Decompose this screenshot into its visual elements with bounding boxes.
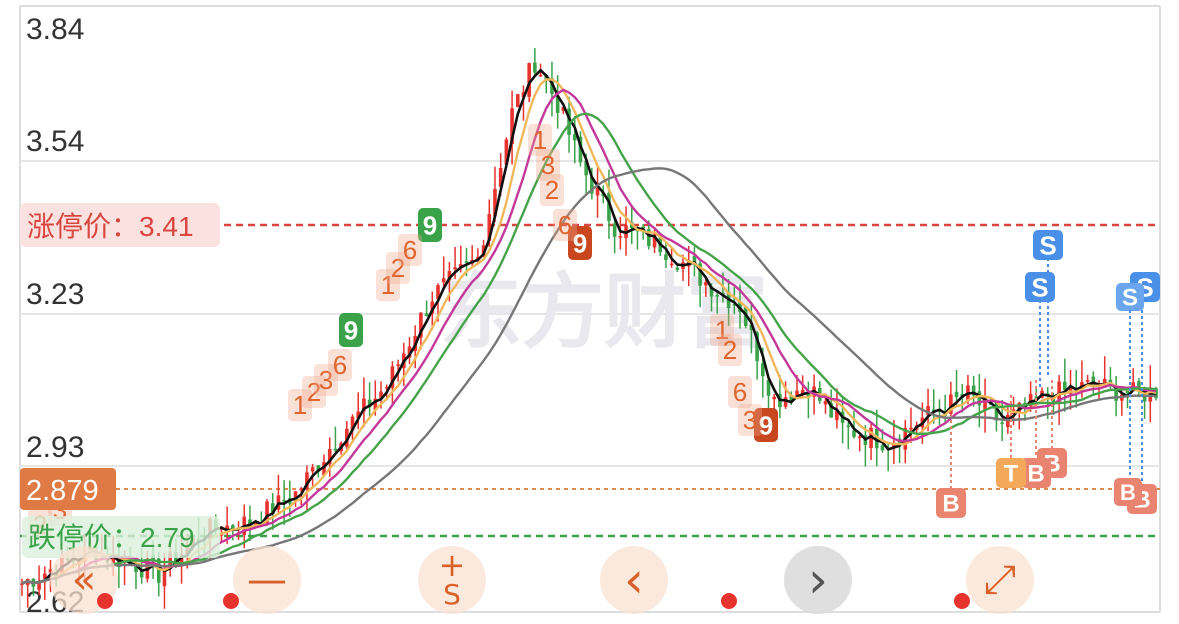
minus-button[interactable]: — <box>233 546 301 614</box>
buy-mark: B <box>1027 461 1044 488</box>
td-count-number: 3 <box>743 405 757 435</box>
candle-body <box>515 94 520 107</box>
limit-up-label: 涨停价：3.41 <box>27 211 194 242</box>
y-tick-label: 2.93 <box>26 431 84 464</box>
chevron-right-icon: › <box>808 551 828 609</box>
candle-body <box>139 571 144 578</box>
fullscreen-button[interactable]: ⤢ <box>966 546 1034 614</box>
sell-mark: S <box>1031 272 1048 302</box>
status-dot <box>721 593 737 609</box>
candle-body <box>310 467 315 472</box>
candle-body <box>954 391 959 398</box>
s-mark-button[interactable]: + S <box>418 546 486 614</box>
candle-body <box>909 427 913 430</box>
buy-mark: B <box>942 491 959 518</box>
td-count-number: 6 <box>733 377 747 407</box>
t-mark: T <box>1004 461 1019 488</box>
price-tag-value: 2.879 <box>26 475 99 507</box>
candle-body <box>618 236 623 238</box>
status-dot <box>97 593 113 609</box>
td-count-number: 2 <box>545 175 559 205</box>
td-count-number: 6 <box>333 350 347 380</box>
candle-body <box>453 267 457 270</box>
s-icon: S <box>443 578 461 611</box>
td-count-number: 6 <box>558 210 572 240</box>
candle-body <box>675 267 680 270</box>
prev-button[interactable]: ‹ <box>600 546 668 614</box>
candle-body <box>424 313 429 317</box>
y-tick-label: 3.84 <box>26 13 84 46</box>
candle-body <box>533 62 537 73</box>
chevron-left-icon: ‹ <box>624 551 644 609</box>
candle-body <box>669 263 674 266</box>
candle-body <box>396 364 400 366</box>
status-dot <box>954 593 970 609</box>
minus-icon: — <box>247 557 287 603</box>
plus-icon: + <box>438 546 466 584</box>
y-tick-label: 3.54 <box>26 125 84 158</box>
sell-mark: S <box>1039 230 1056 260</box>
expand-icon: ⤢ <box>984 557 1016 603</box>
limit-down-label: 跌停价：2.79 <box>28 522 195 553</box>
candle-body <box>715 295 720 297</box>
candle-body <box>857 436 862 439</box>
candle-body <box>1000 422 1004 424</box>
candle-body <box>1085 380 1090 382</box>
candle-body <box>772 396 777 400</box>
td-down-9-mark: 9 <box>344 315 358 345</box>
y-tick-label: 3.23 <box>26 278 84 311</box>
td-down-9-mark: 9 <box>423 210 437 240</box>
sell-mark: S <box>1122 285 1138 312</box>
status-dot <box>223 593 239 609</box>
candle-body <box>441 278 446 283</box>
kline-chart[interactable]: 东方财富 3.84 3.54 3.23 2.93 2.62 涨停价：3.41 9… <box>0 0 1179 624</box>
candle-body <box>333 448 338 451</box>
candle-body <box>538 74 543 77</box>
td-count-number: 2 <box>723 335 737 365</box>
td-count-number: 6 <box>403 235 417 265</box>
double-chevron-left-icon: « <box>71 557 97 603</box>
candle-body <box>704 282 708 286</box>
candle-body <box>612 223 617 237</box>
candle-body <box>664 254 668 261</box>
candle-body <box>846 425 851 427</box>
buy-mark: B <box>1120 480 1136 505</box>
candle-body <box>823 401 828 405</box>
candle-body <box>880 445 885 451</box>
next-button[interactable]: › <box>784 546 852 614</box>
